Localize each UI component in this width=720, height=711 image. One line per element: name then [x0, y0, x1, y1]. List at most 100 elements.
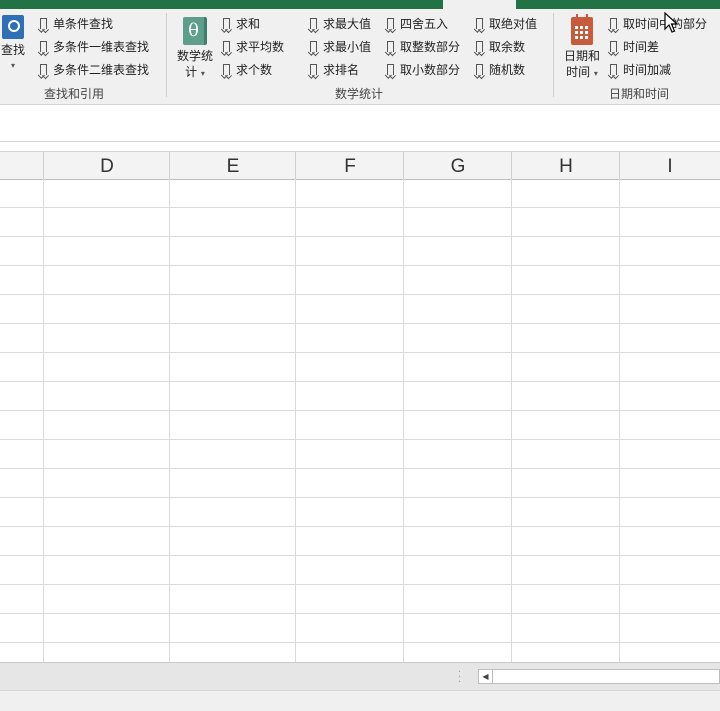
math-item-decimal[interactable]: 取小数部分: [387, 61, 460, 78]
math-big-button-label-2: 计 ▾: [185, 65, 205, 79]
horizontal-scrollbar[interactable]: ◀: [478, 669, 720, 684]
math-item-max[interactable]: 求最大值: [310, 15, 371, 32]
math-item-abs[interactable]: 取绝对值: [476, 15, 537, 32]
bookmark-icon: [610, 41, 617, 52]
bookmark-icon: [310, 64, 317, 75]
column-header-g[interactable]: G: [403, 152, 512, 179]
gridline-horizontal: [0, 207, 720, 208]
lookup-item-multi-2d[interactable]: 多条件二维表查找: [40, 61, 149, 78]
bookmark-icon: [40, 64, 47, 75]
gridline-horizontal: [0, 584, 720, 585]
calendar-icon: [571, 14, 593, 45]
group-separator: [553, 13, 554, 97]
math-item-count[interactable]: 求个数: [223, 61, 272, 78]
gridline-vertical: [403, 179, 404, 662]
date-big-button-label-1: 日期和: [563, 49, 600, 63]
lookup-item-label: 多条件一维表查找: [53, 40, 150, 54]
gridline-vertical: [43, 179, 44, 662]
bookmark-icon: [40, 18, 47, 29]
math-item-sum[interactable]: 求和: [223, 15, 260, 32]
active-ribbon-tab[interactable]: [443, 0, 516, 9]
math-item-label: 求最小值: [323, 40, 372, 54]
gridline-horizontal: [0, 439, 720, 440]
formula-bar-area[interactable]: [0, 105, 720, 142]
math-item-label: 取余数: [489, 40, 526, 54]
lookup-item-single[interactable]: 单条件查找: [40, 15, 113, 32]
math-item-min[interactable]: 求最小值: [310, 38, 371, 55]
gridline-vertical: [295, 179, 296, 662]
math-item-random[interactable]: 随机数: [476, 61, 525, 78]
bookmark-icon: [610, 64, 617, 75]
scroll-left-icon[interactable]: ◀: [479, 670, 493, 683]
bookmark-icon: [476, 18, 483, 29]
sheet-tab-bar: · · · ◀: [0, 662, 720, 691]
date-item-label: 时间加减: [623, 63, 672, 77]
cell-grid[interactable]: [0, 179, 720, 662]
math-item-label: 求个数: [236, 63, 273, 77]
date-big-button-label-2: 时间 ▾: [566, 65, 598, 79]
gridline-horizontal: [0, 352, 720, 353]
column-header-e[interactable]: E: [169, 152, 296, 179]
date-item-add[interactable]: 时间加减: [610, 61, 671, 78]
lookup-big-button-label: 查找: [0, 43, 25, 57]
gridline-horizontal: [0, 642, 720, 643]
column-header-row: D E F G H I: [0, 151, 720, 180]
gridline-horizontal: [0, 468, 720, 469]
lookup-big-button[interactable]: 查找 ▾: [0, 15, 26, 74]
math-big-button-label-1: 数学统: [176, 49, 213, 63]
math-item-label: 取小数部分: [400, 63, 461, 77]
theta-icon: θ: [183, 17, 207, 45]
splitter-handle[interactable]: · · ·: [458, 668, 461, 688]
math-item-label: 取整数部分: [400, 40, 461, 54]
group-separator: [166, 13, 167, 97]
lookup-item-label: 单条件查找: [53, 17, 114, 31]
bookmark-icon: [387, 41, 394, 52]
lookup-item-multi-1d[interactable]: 多条件一维表查找: [40, 38, 149, 55]
chevron-down-icon: ▾: [200, 69, 205, 78]
bookmark-icon: [476, 64, 483, 75]
bookmark-icon: [40, 41, 47, 52]
math-big-button[interactable]: θ 数学统 计 ▾: [174, 17, 216, 82]
gridline-horizontal: [0, 236, 720, 237]
title-bar: [0, 0, 720, 9]
column-header-d[interactable]: D: [43, 152, 170, 179]
math-item-label: 求平均数: [236, 40, 285, 54]
math-item-label: 求最大值: [323, 17, 372, 31]
math-item-round[interactable]: 四舍五入: [387, 15, 448, 32]
date-item-label: 时间差: [623, 40, 660, 54]
search-icon: [2, 15, 24, 39]
column-header-f[interactable]: F: [295, 152, 404, 179]
math-group-label: 数学统计: [335, 87, 384, 101]
gridline-horizontal: [0, 294, 720, 295]
date-item-part[interactable]: 取时间中的部分: [610, 15, 707, 32]
date-big-button[interactable]: 日期和 时间 ▾: [562, 14, 602, 82]
date-group-label: 日期和时间: [609, 87, 670, 101]
bookmark-icon: [310, 18, 317, 29]
bookmark-icon: [387, 64, 394, 75]
status-bar: [0, 690, 720, 711]
math-item-label: 四舍五入: [400, 17, 449, 31]
bookmark-icon: [387, 18, 394, 29]
gridline-horizontal: [0, 613, 720, 614]
gridline-horizontal: [0, 410, 720, 411]
mouse-cursor-icon: [664, 12, 678, 33]
bookmark-icon: [476, 41, 483, 52]
math-item-int[interactable]: 取整数部分: [387, 38, 460, 55]
math-item-rank[interactable]: 求排名: [310, 61, 359, 78]
math-item-mod[interactable]: 取余数: [476, 38, 525, 55]
gridline-horizontal: [0, 497, 720, 498]
column-header-h[interactable]: H: [511, 152, 620, 179]
math-item-average[interactable]: 求平均数: [223, 38, 284, 55]
gridline-vertical: [169, 179, 170, 662]
date-item-diff[interactable]: 时间差: [610, 38, 659, 55]
bookmark-icon: [610, 18, 617, 29]
gridline-vertical: [619, 179, 620, 662]
chevron-down-icon: ▾: [593, 69, 598, 78]
bookmark-icon: [223, 41, 230, 52]
gridline-horizontal: [0, 265, 720, 266]
column-header-i[interactable]: I: [619, 152, 720, 179]
math-item-label: 取绝对值: [489, 17, 538, 31]
bookmark-icon: [223, 64, 230, 75]
math-item-label: 求和: [236, 17, 261, 31]
ribbon: 查找 ▾ 单条件查找 多条件一维表查找 多条件二维表查找 查找和引用 θ 数学统…: [0, 9, 720, 105]
